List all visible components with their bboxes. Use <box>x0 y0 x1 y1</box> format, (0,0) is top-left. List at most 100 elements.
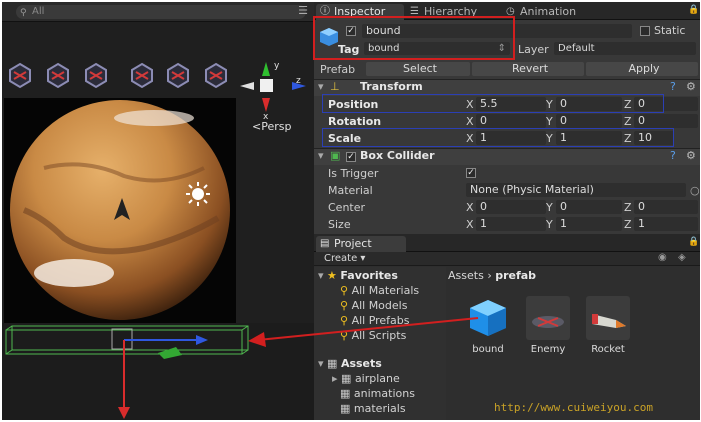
perspective-label[interactable]: <Persp <box>252 120 291 133</box>
assets-node[interactable]: ▾ ▦ Assets <box>318 357 382 371</box>
folder-icon: ▦ <box>327 357 338 370</box>
tab-animation[interactable]: ◷ Animation <box>502 4 592 20</box>
panel-menu-icon[interactable]: ☰ <box>298 4 308 17</box>
is-trigger-label: Is Trigger <box>328 167 379 180</box>
asset-rocket[interactable]: Rocket <box>582 296 634 355</box>
folder-label: animations <box>353 387 415 400</box>
axis-z-label: Z <box>624 218 632 231</box>
label-tag-icon[interactable]: ◈ <box>678 252 686 263</box>
center-label: Center <box>328 201 366 214</box>
camera-gizmo-icon <box>167 62 189 89</box>
scene-search-input[interactable]: ⚲ All <box>16 5 306 19</box>
transform-title: Transform <box>360 80 423 93</box>
axis-x-label: X <box>466 201 474 214</box>
y-axis-cone[interactable] <box>262 62 270 76</box>
size-z-field[interactable]: 1 <box>634 217 698 231</box>
scene-toolbar: ⚲ All ☰ <box>2 2 314 22</box>
project-browser: Create ▾ ◉ ◈ ▾ ★ Favorites ⚲ All Materia… <box>314 252 700 420</box>
axis-y-label: Y <box>546 218 553 231</box>
layer-dropdown[interactable]: Default <box>554 42 696 55</box>
folder-item[interactable]: ▸ ▦ airplane <box>332 372 400 386</box>
create-dropdown[interactable]: Create ▾ <box>324 252 365 266</box>
project-toolbar: Create ▾ ◉ ◈ <box>314 252 700 266</box>
static-checkbox[interactable] <box>640 26 650 36</box>
search-icon: ⚲ <box>340 314 349 327</box>
box-collider-header[interactable]: ▾ ▣ ✓ Box Collider ? ⚙ <box>314 148 700 165</box>
rotation-x-field[interactable]: 0 <box>476 114 546 128</box>
folder-item[interactable]: ▦ animations <box>340 387 415 401</box>
lock-icon[interactable]: 🔒 <box>688 5 699 15</box>
object-header-highlight-box <box>313 16 515 60</box>
asset-bound[interactable]: bound <box>462 296 514 355</box>
prefab-revert-button[interactable]: Revert <box>472 62 584 76</box>
camera-gizmo-icon <box>47 62 69 89</box>
project-tree: ▾ ★ Favorites ⚲ All Materials ⚲ All Mode… <box>314 267 446 420</box>
gear-icon[interactable]: ⚙ <box>686 149 696 162</box>
lock-icon[interactable]: 🔒 <box>688 237 699 247</box>
favorite-label: All Models <box>351 299 408 312</box>
favorite-item[interactable]: ⚲ All Scripts <box>340 329 406 343</box>
favorites-node[interactable]: ▾ ★ Favorites <box>318 269 398 283</box>
folder-item[interactable]: ▦ materials <box>340 402 406 416</box>
folder-label: airplane <box>354 372 400 385</box>
layer-value: Default <box>558 43 595 54</box>
gear-icon[interactable]: ⚙ <box>686 80 696 93</box>
help-icon[interactable]: ? <box>670 80 676 93</box>
x-axis-cone[interactable] <box>262 98 270 112</box>
layer-label: Layer <box>518 43 549 56</box>
favorite-item[interactable]: ⚲ All Materials <box>340 284 419 298</box>
fold-arrow-icon: ▸ <box>332 372 338 385</box>
camera-gizmo-icon <box>131 62 153 89</box>
neg-x-axis-cone[interactable] <box>240 82 254 90</box>
filter-icon[interactable]: ◉ <box>658 252 667 263</box>
breadcrumb-root[interactable]: Assets <box>448 269 484 282</box>
tab-project[interactable]: ▤ Project <box>316 236 406 252</box>
favorite-label: All Materials <box>351 284 420 297</box>
prefab-row: Prefab Select Revert Apply <box>314 61 700 78</box>
is-trigger-checkbox[interactable]: ✓ <box>466 168 476 178</box>
prefab-apply-button[interactable]: Apply <box>586 62 698 76</box>
rotation-y-field[interactable]: 0 <box>556 114 622 128</box>
transform-icon: ⊥ <box>330 80 340 93</box>
favorite-item[interactable]: ⚲ All Prefabs <box>340 314 410 328</box>
tab-project-label: Project <box>334 237 372 250</box>
watermark-text: http://www.cuiweiyou.com <box>494 401 653 414</box>
center-x-field[interactable]: 0 <box>476 200 546 214</box>
favorite-item[interactable]: ⚲ All Models <box>340 299 407 313</box>
box-collider-title: Box Collider <box>360 149 435 162</box>
breadcrumb-separator: › <box>487 269 492 282</box>
search-icon: ⚲ <box>340 284 349 297</box>
gizmo-z-label: z <box>296 76 301 86</box>
is-trigger-row: Is Trigger ✓ <box>314 165 700 182</box>
asset-label: bound <box>472 344 504 355</box>
axis-x-label: X <box>466 218 474 231</box>
scene-search-placeholder: All <box>32 6 45 17</box>
asset-enemy[interactable]: Enemy <box>522 296 574 355</box>
fold-arrow-icon[interactable]: ▾ <box>318 149 324 162</box>
project-icon: ▤ <box>320 238 330 249</box>
material-field[interactable]: None (Physic Material) <box>466 183 686 197</box>
center-z-field[interactable]: 0 <box>634 200 698 214</box>
fold-arrow-icon: ▾ <box>318 357 324 370</box>
center-y-field[interactable]: 0 <box>556 200 622 214</box>
size-x-field[interactable]: 1 <box>476 217 546 231</box>
gizmo-center-cube[interactable] <box>260 79 273 92</box>
persp-text: Persp <box>261 120 292 133</box>
scene-view[interactable]: ⚲ All ☰ y z x <Persp <box>2 2 314 420</box>
bound-object-gizmo[interactable] <box>2 323 314 420</box>
size-label: Size <box>328 218 351 231</box>
favorite-label: All Prefabs <box>351 314 410 327</box>
help-icon[interactable]: ? <box>670 149 676 162</box>
assets-label: Assets <box>340 357 382 370</box>
asset-label: Enemy <box>530 344 566 355</box>
breadcrumb-current[interactable]: prefab <box>495 269 536 282</box>
size-y-field[interactable]: 1 <box>556 217 622 231</box>
favorite-label: All Scripts <box>351 329 407 342</box>
folder-icon: ▦ <box>340 387 351 400</box>
rotation-z-field[interactable]: 0 <box>634 114 698 128</box>
prefab-select-button[interactable]: Select <box>366 62 470 76</box>
object-picker-icon[interactable]: ○ <box>690 182 700 199</box>
collider-enabled-checkbox[interactable]: ✓ <box>346 152 356 162</box>
fold-arrow-icon: ▾ <box>318 269 324 282</box>
fold-arrow-icon[interactable]: ▾ <box>318 80 324 93</box>
